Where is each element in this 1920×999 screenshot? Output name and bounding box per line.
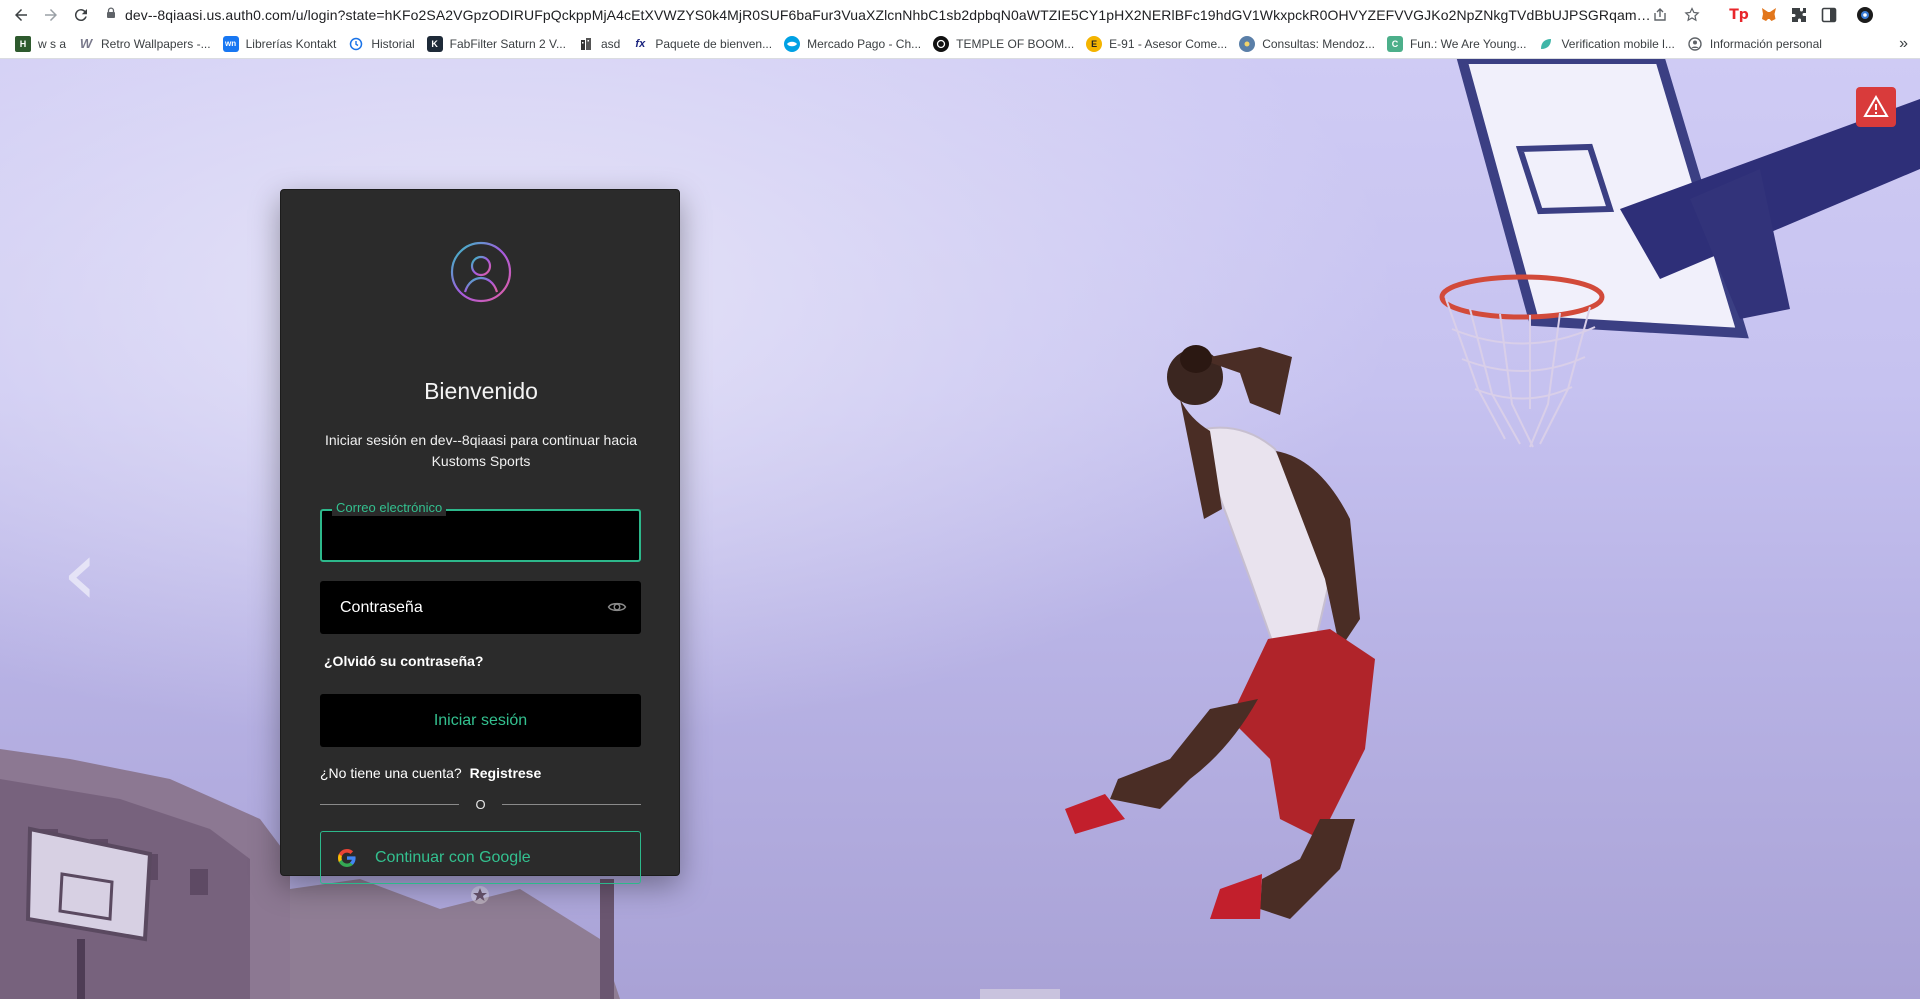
bookmarks-bar: H w s a W Retro Wallpapers -... wn Libre… bbox=[0, 29, 1920, 59]
bookmark-label: w s a bbox=[38, 36, 67, 51]
side-panel-icon[interactable] bbox=[1817, 0, 1841, 29]
history-icon bbox=[348, 36, 364, 52]
arrow-right-icon bbox=[45, 8, 57, 21]
email-field[interactable]: Correo electrónico bbox=[320, 500, 641, 562]
bookmark-label: Paquete de bienven... bbox=[655, 36, 773, 51]
bookmark-item[interactable]: wn Librerías Kontakt bbox=[220, 32, 346, 56]
share-icon[interactable] bbox=[1650, 5, 1670, 25]
bookmark-item[interactable]: H w s a bbox=[12, 32, 75, 56]
continue-with-google-button[interactable]: Continuar con Google bbox=[320, 831, 641, 884]
more-bookmarks-button[interactable]: » bbox=[1899, 29, 1908, 59]
address-bar-actions bbox=[1650, 0, 1702, 29]
login-subtitle: Iniciar sesión en dev--8qiaasi para cont… bbox=[324, 432, 638, 469]
bookmark-item[interactable]: K FabFilter Saturn 2 V... bbox=[424, 32, 575, 56]
c-favicon-icon: C bbox=[1386, 35, 1403, 52]
bookmark-item[interactable]: fx Paquete de bienven... bbox=[629, 32, 781, 56]
circle-favicon-icon bbox=[933, 35, 950, 52]
bookmark-label: Fun.: We Are Young... bbox=[1409, 36, 1527, 51]
lock-icon bbox=[105, 6, 117, 24]
signup-link[interactable]: Registrese bbox=[470, 765, 542, 781]
bookmark-star-icon[interactable] bbox=[1682, 5, 1702, 25]
w-favicon-icon: W bbox=[79, 36, 93, 51]
wn-favicon-icon: wn bbox=[222, 35, 239, 52]
fx-favicon-icon: fx bbox=[635, 37, 646, 50]
bookmark-label: FabFilter Saturn 2 V... bbox=[449, 36, 566, 51]
bookmark-item[interactable]: TEMPLE OF BOOM... bbox=[930, 32, 1083, 56]
bookmark-label: Verification mobile l... bbox=[1561, 36, 1675, 51]
h-favicon-icon: H bbox=[15, 35, 31, 52]
bookmark-item[interactable]: Historial bbox=[345, 32, 423, 56]
bookmark-label: Historial bbox=[371, 36, 415, 51]
star-emblem-icon bbox=[471, 886, 489, 904]
google-button-label: Continuar con Google bbox=[375, 848, 531, 866]
carousel-prev-arrow-icon[interactable]: ‹ bbox=[62, 529, 98, 619]
divider-line bbox=[501, 803, 641, 805]
back-button[interactable] bbox=[6, 0, 36, 29]
reload-icon bbox=[74, 8, 87, 21]
browser-toolbar: dev--8qiaasi.us.auth0.com/u/login?state=… bbox=[0, 0, 1920, 29]
seal-favicon-icon bbox=[1239, 35, 1256, 52]
profile-avatar-icon[interactable] bbox=[1853, 0, 1877, 29]
building-favicon-icon bbox=[578, 36, 594, 52]
divider-line bbox=[320, 803, 460, 805]
show-password-eye-icon[interactable] bbox=[607, 597, 627, 617]
page-title: Bienvenido bbox=[424, 378, 538, 404]
login-page: ‹ Bienvenido Iniciar sesión en dev--8qia… bbox=[0, 59, 1920, 999]
k-favicon-icon: K bbox=[426, 35, 443, 52]
warning-icon[interactable] bbox=[1856, 87, 1896, 127]
forgot-password-link[interactable]: ¿Olvidó su contraseña? bbox=[324, 653, 483, 669]
tp-extension-icon[interactable]: Tp bbox=[1727, 0, 1751, 29]
user-avatar-icon bbox=[450, 241, 512, 303]
bookmark-item[interactable]: C Fun.: We Are Young... bbox=[1384, 32, 1536, 56]
google-account-icon bbox=[1687, 36, 1703, 52]
signup-prompt: ¿No tiene una cuenta? bbox=[320, 765, 462, 781]
login-button[interactable]: Iniciar sesión bbox=[320, 694, 641, 747]
url-text[interactable]: dev--8qiaasi.us.auth0.com/u/login?state=… bbox=[125, 7, 1655, 23]
bookmark-label: Retro Wallpapers -... bbox=[101, 36, 211, 51]
bookmark-label: Mercado Pago - Ch... bbox=[807, 36, 922, 51]
signup-row: ¿No tiene una cuenta? Registrese bbox=[320, 765, 541, 781]
bookmark-item[interactable]: asd bbox=[575, 32, 629, 56]
bookmark-item[interactable]: W Retro Wallpapers -... bbox=[75, 32, 220, 56]
reload-button[interactable] bbox=[66, 0, 96, 29]
bookmark-label: Librerías Kontakt bbox=[245, 36, 337, 51]
bookmark-item[interactable]: Información personal bbox=[1684, 32, 1831, 56]
bookmark-item[interactable]: Mercado Pago - Ch... bbox=[781, 32, 930, 56]
forward-button[interactable] bbox=[36, 0, 66, 29]
bookmark-label: TEMPLE OF BOOM... bbox=[956, 36, 1075, 51]
bookmark-label: E-91 - Asesor Come... bbox=[1109, 36, 1228, 51]
bookmark-label: asd bbox=[600, 36, 621, 51]
address-bar[interactable]: dev--8qiaasi.us.auth0.com/u/login?state=… bbox=[105, 0, 1675, 29]
password-input[interactable] bbox=[320, 581, 641, 634]
or-divider: O bbox=[320, 795, 641, 813]
login-card: Bienvenido Iniciar sesión en dev--8qiaas… bbox=[280, 189, 680, 884]
e-favicon-icon: E bbox=[1086, 35, 1103, 52]
password-field[interactable] bbox=[320, 581, 641, 634]
bookmark-label: Consultas: Mendoz... bbox=[1262, 36, 1375, 51]
metamask-extension-icon[interactable] bbox=[1757, 0, 1781, 29]
bookmark-item[interactable]: Verification mobile l... bbox=[1535, 32, 1683, 56]
arrow-left-icon bbox=[15, 8, 27, 21]
extensions-puzzle-icon[interactable] bbox=[1787, 0, 1811, 29]
google-icon bbox=[338, 848, 356, 867]
email-input[interactable] bbox=[322, 511, 639, 560]
bookmark-item[interactable]: Consultas: Mendoz... bbox=[1236, 32, 1384, 56]
bookmark-label: Información personal bbox=[1709, 36, 1822, 51]
handshake-favicon-icon bbox=[784, 35, 801, 52]
leaf-favicon-icon bbox=[1538, 36, 1554, 52]
divider-text: O bbox=[475, 796, 486, 812]
bookmark-item[interactable]: E E-91 - Asesor Come... bbox=[1083, 32, 1236, 56]
